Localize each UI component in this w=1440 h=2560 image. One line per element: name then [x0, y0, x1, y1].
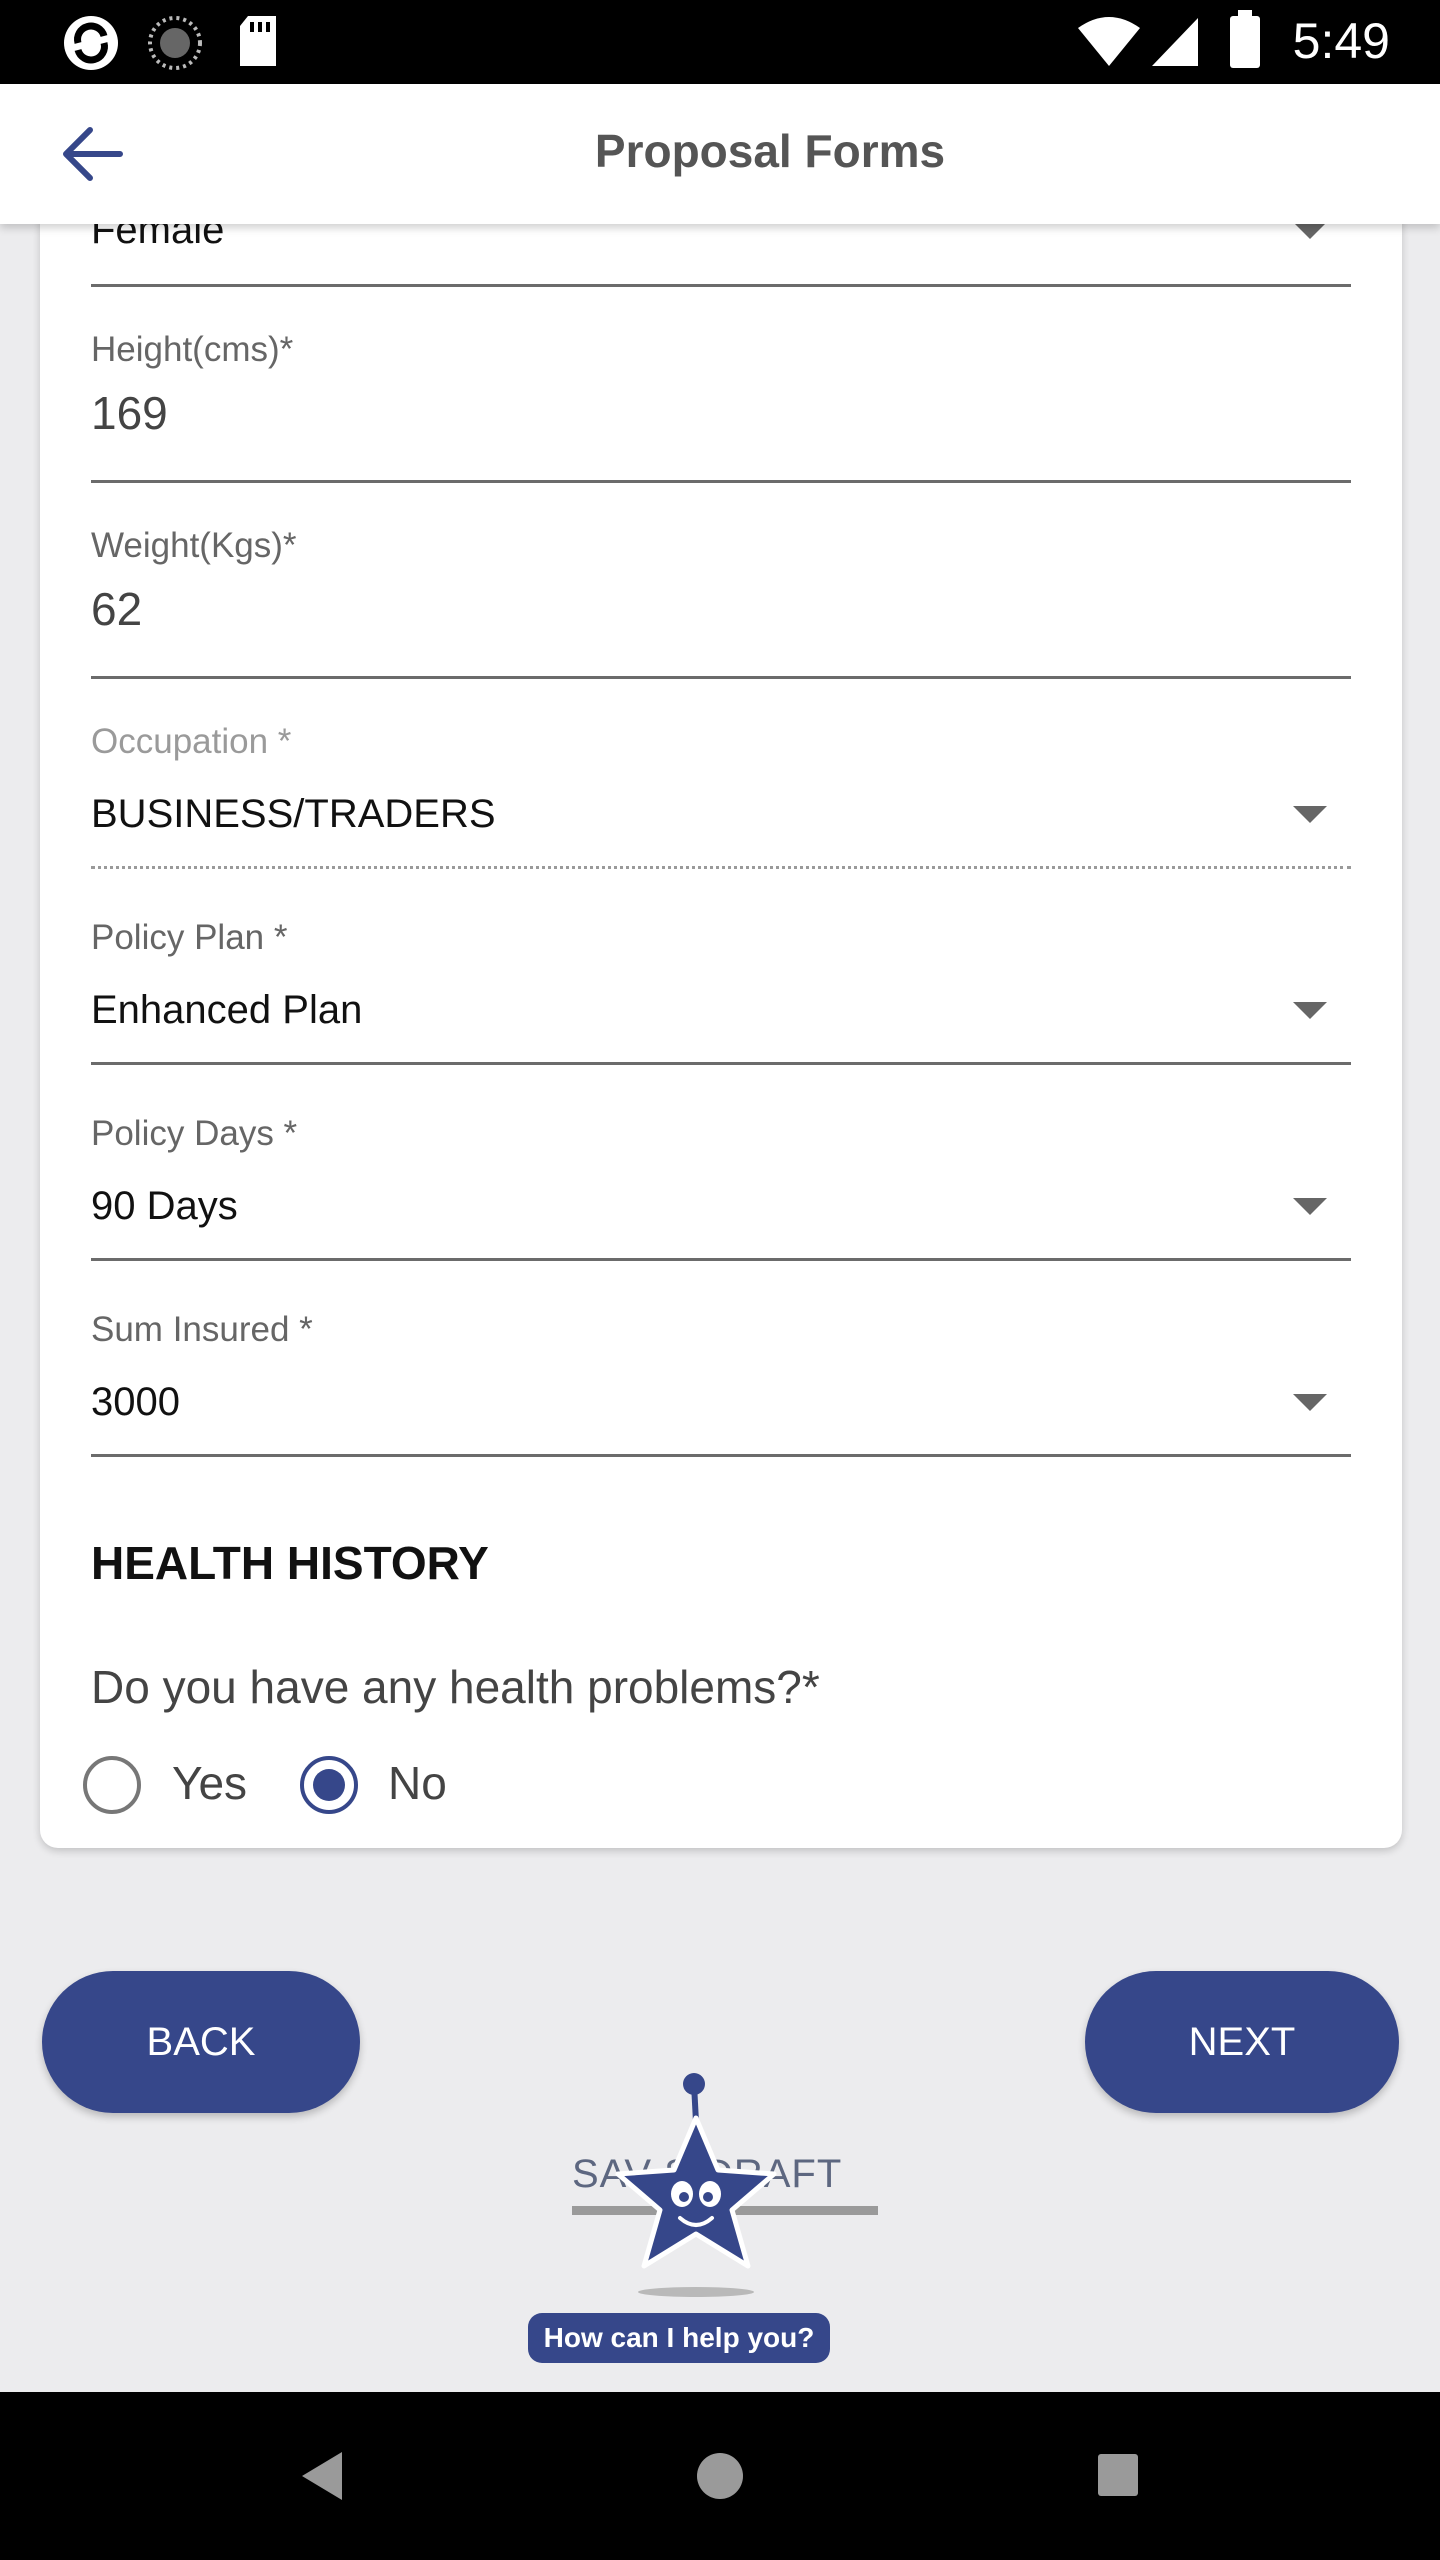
back-button[interactable]: BACK	[42, 1971, 360, 2113]
nav-recents-icon[interactable]	[1096, 2448, 1140, 2504]
chevron-down-icon	[1293, 1002, 1327, 1019]
status-bar: 5:49	[0, 0, 1440, 84]
policy-days-label: Policy Days *	[91, 1114, 298, 1153]
sum-insured-value: 3000	[91, 1380, 180, 1424]
height-input[interactable]: 169	[91, 386, 168, 440]
app-notification-icon	[64, 16, 118, 70]
policy-plan-underline	[91, 1062, 1351, 1065]
chevron-down-icon	[1293, 806, 1327, 823]
app-bar: Proposal Forms	[0, 84, 1440, 224]
height-label: Height(cms)*	[91, 330, 294, 369]
radio-yes[interactable]	[83, 1756, 141, 1814]
sd-card-icon	[240, 16, 276, 66]
signal-icon	[1152, 18, 1198, 66]
radio-no-label[interactable]: No	[388, 1756, 447, 1810]
policy-plan-value: Enhanced Plan	[91, 988, 363, 1032]
policy-days-underline	[91, 1258, 1351, 1261]
sum-insured-label: Sum Insured *	[91, 1310, 313, 1349]
weight-label: Weight(Kgs)*	[91, 526, 297, 565]
radio-yes-label[interactable]: Yes	[172, 1756, 247, 1810]
status-time: 5:49	[1292, 13, 1390, 69]
chevron-down-icon	[1293, 222, 1327, 239]
help-bubble[interactable]: How can I help you?	[528, 2313, 830, 2363]
height-underline	[91, 480, 1351, 483]
weight-input[interactable]: 62	[91, 582, 142, 636]
gender-underline	[91, 284, 1351, 287]
proposal-form-card: Female Height(cms)* 169 Weight(Kgs)* 62 …	[40, 160, 1402, 1848]
sum-insured-underline	[91, 1454, 1351, 1457]
section-title-health-history: HEALTH HISTORY	[91, 1537, 489, 1589]
next-button[interactable]: NEXT	[1085, 1971, 1399, 2113]
occupation-underline	[91, 866, 1351, 869]
radio-no[interactable]	[300, 1756, 358, 1814]
policy-days-value: 90 Days	[91, 1184, 238, 1228]
occupation-value: BUSINESS/TRADERS	[91, 792, 496, 836]
sync-icon	[148, 16, 202, 70]
chat-helper-widget[interactable]: SAV S DRAFT How can I help you?	[520, 2070, 900, 2370]
occupation-label: Occupation *	[91, 722, 292, 761]
nav-home-icon[interactable]	[696, 2448, 744, 2504]
wifi-icon	[1078, 17, 1140, 66]
battery-icon	[1230, 10, 1260, 68]
chevron-down-icon	[1293, 1198, 1327, 1215]
star-mascot-icon	[615, 2073, 777, 2297]
nav-back-icon[interactable]	[298, 2448, 346, 2504]
weight-underline	[91, 676, 1351, 679]
page-title: Proposal Forms	[594, 125, 946, 177]
chevron-down-icon	[1293, 1394, 1327, 1411]
policy-plan-label: Policy Plan *	[91, 918, 288, 957]
system-nav-bar	[0, 2392, 1440, 2560]
health-question: Do you have any health problems?*	[91, 1661, 820, 1713]
